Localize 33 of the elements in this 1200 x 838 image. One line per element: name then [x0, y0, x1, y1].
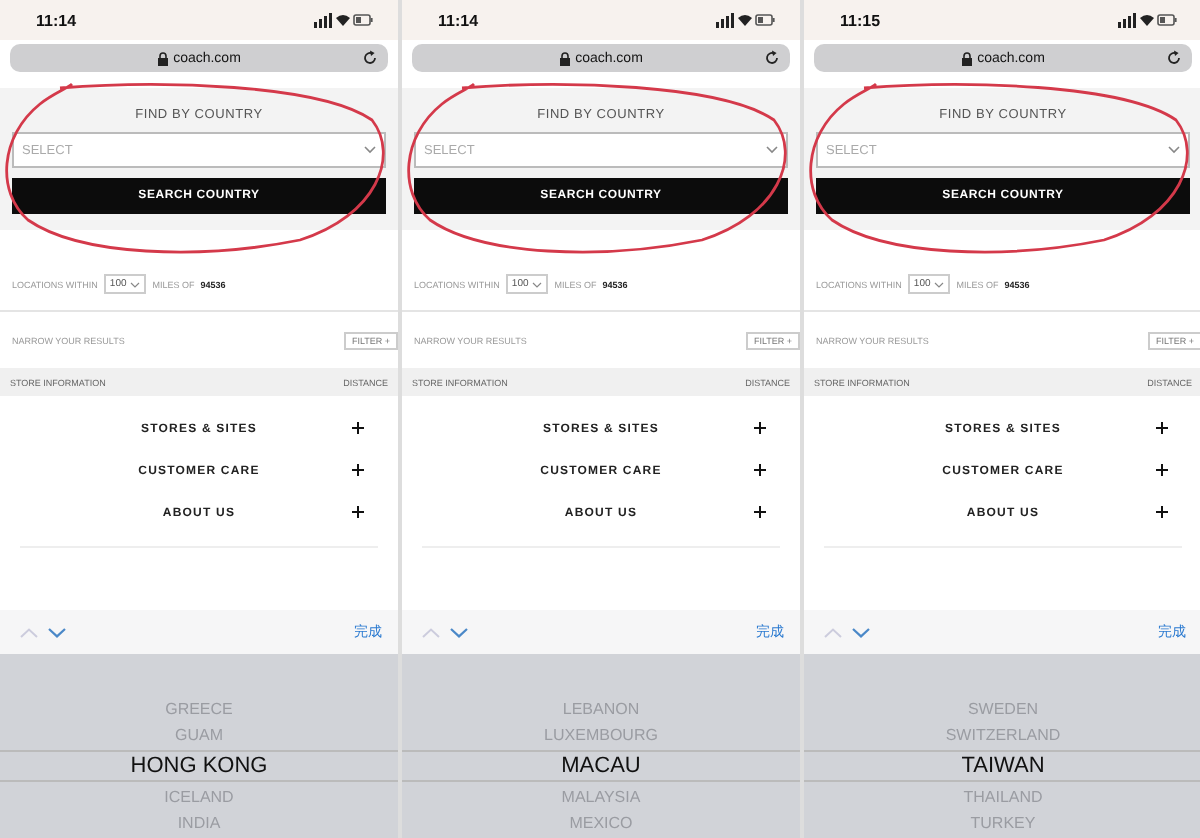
- picker-option[interactable]: TAIWAN: [804, 750, 1200, 782]
- lock-icon: [961, 51, 972, 65]
- reload-icon[interactable]: [362, 50, 378, 66]
- plus-icon[interactable]: [1156, 464, 1168, 476]
- lock-icon: [157, 51, 168, 65]
- reload-icon[interactable]: [764, 50, 780, 66]
- status-icons: [314, 12, 374, 28]
- chevron-down-icon[interactable]: [852, 627, 870, 637]
- plus-icon[interactable]: [754, 506, 766, 518]
- plus-icon[interactable]: [754, 464, 766, 476]
- status-icons: [716, 12, 776, 28]
- plus-icon[interactable]: [1156, 506, 1168, 518]
- picker-option[interactable]: MACAU: [402, 750, 800, 782]
- status-time: 11:14: [36, 11, 77, 29]
- plus-icon[interactable]: [352, 422, 364, 434]
- chevron-down-icon[interactable]: [450, 627, 468, 637]
- status-icons: [1118, 12, 1178, 28]
- status-time: 11:14: [438, 11, 479, 29]
- chevron-down-icon: [532, 281, 543, 287]
- plus-icon[interactable]: [352, 464, 364, 476]
- chevron-down-icon: [934, 281, 945, 287]
- plus-icon[interactable]: [1156, 422, 1168, 434]
- plus-icon[interactable]: [754, 422, 766, 434]
- chevron-down-icon: [130, 281, 141, 287]
- reload-icon[interactable]: [1166, 50, 1182, 66]
- lock-icon: [559, 51, 570, 65]
- status-time: 11:15: [840, 11, 881, 29]
- picker-option[interactable]: HONG KONG: [0, 750, 398, 782]
- chevron-down-icon: [766, 146, 778, 154]
- chevron-down-icon: [364, 146, 376, 154]
- chevron-down-icon[interactable]: [48, 627, 66, 637]
- plus-icon[interactable]: [352, 506, 364, 518]
- chevron-down-icon: [1168, 146, 1180, 154]
